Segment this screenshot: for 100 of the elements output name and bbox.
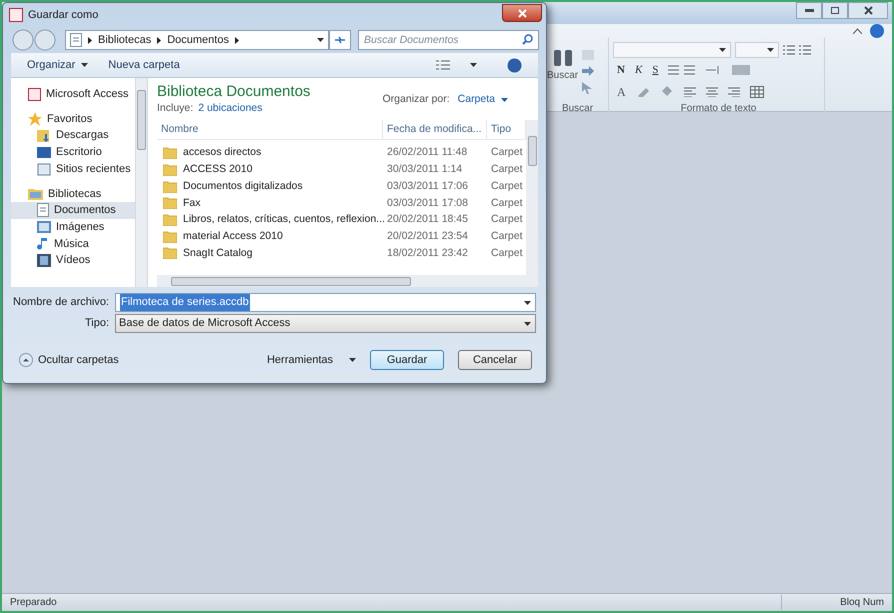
nav-item[interactable]: Sitios recientes: [11, 160, 135, 178]
format-button[interactable]: N: [617, 62, 625, 78]
caret-icon: [524, 322, 531, 326]
file-name: ACCESS 2010: [183, 162, 252, 178]
address-bar[interactable]: Bibliotecas Documentos: [65, 30, 329, 50]
file-name: material Access 2010: [183, 228, 283, 244]
file-type: Carpet: [490, 246, 524, 261]
font-name-field[interactable]: [613, 42, 731, 58]
modified-date: 18/02/2011 23:42: [386, 246, 469, 261]
folder-icon: [163, 180, 177, 193]
database-app-icon: [28, 88, 41, 101]
file-row[interactable]: Fax 03/03/2011 17:08 Carpet: [157, 195, 526, 212]
file-type: Carpet: [490, 212, 524, 228]
align-center-icon[interactable]: [706, 86, 718, 96]
file-type: Carpet: [490, 196, 524, 211]
film-icon: [37, 254, 51, 268]
close-icon: [864, 6, 872, 15]
file-name-label: Nombre de archivo:: [12, 295, 110, 310]
nav-item[interactable]: Música: [11, 236, 135, 252]
file-row[interactable]: ACCESS 2010 30/03/2011 1:14 Carpet: [157, 162, 526, 178]
collapse-icon: [19, 353, 33, 367]
modified-date: 03/03/2011 17:08: [386, 196, 469, 211]
file-type: Carpet: [490, 228, 524, 244]
format-button[interactable]: K: [634, 62, 642, 78]
locations-link[interactable]: 2 ubicaciones: [198, 101, 262, 117]
file-name: SnagIt Catalog: [183, 246, 252, 261]
folder-icon: [163, 164, 177, 176]
column-header[interactable]: Nombre: [157, 120, 383, 139]
view-caret-icon: [470, 63, 477, 67]
modified-date: 30/03/2011 1:14: [386, 162, 464, 178]
file-type-label: Tipo:: [84, 316, 110, 332]
modified-date: 03/03/2011 17:06: [386, 178, 469, 194]
caret-icon: [81, 63, 88, 67]
nav-item[interactable]: Escritorio: [11, 144, 135, 161]
breadcrumb-link[interactable]: Documentos: [167, 32, 229, 48]
nav-item[interactable]: Descargas: [11, 127, 135, 144]
includes-label: Incluye:: [157, 101, 194, 116]
bullet-list-icon[interactable]: [783, 44, 795, 56]
caret-icon: [317, 38, 324, 42]
refresh-button[interactable]: [329, 30, 351, 50]
group-label: Formato de texto: [680, 102, 758, 116]
nav-item[interactable]: Microsoft Access: [11, 86, 135, 103]
save-button[interactable]: Guardar: [370, 350, 444, 370]
arrow-icon[interactable]: [582, 66, 594, 76]
close-icon: [518, 8, 526, 18]
file-type: Carpet: [490, 145, 524, 160]
database-app-icon: [9, 8, 23, 22]
music-note-icon: [37, 236, 49, 251]
caret-icon: [501, 98, 508, 102]
numbered-list-icon[interactable]: [799, 44, 811, 56]
minimize-button[interactable]: [796, 2, 822, 19]
search-button[interactable]: Buscar: [547, 68, 578, 83]
organize-menu-button[interactable]: Organizar: [27, 56, 88, 74]
close-button[interactable]: [848, 2, 888, 19]
format-button[interactable]: S: [652, 62, 658, 78]
align-left-icon[interactable]: [684, 86, 696, 96]
library-icon: [28, 188, 43, 200]
file-name: Documentos digitalizados: [183, 178, 303, 194]
file-name-field[interactable]: Filmoteca de series.accdb: [115, 293, 536, 312]
file-type-dropdown[interactable]: Base de datos de Microsoft Access: [115, 314, 536, 333]
table-grid-icon[interactable]: [750, 86, 764, 98]
nav-item[interactable]: Documentos: [11, 202, 135, 219]
breadcrumb-link[interactable]: Bibliotecas: [98, 32, 152, 48]
file-type: Carpet: [490, 162, 524, 178]
close-button[interactable]: [502, 4, 542, 22]
file-name: accesos directos: [183, 145, 262, 160]
arrange-by-label: Organizar por:: [382, 92, 450, 107]
horizontal-scrollbar[interactable]: [157, 275, 526, 287]
nav-item[interactable]: Bibliotecas: [11, 185, 135, 202]
file-row[interactable]: material Access 2010 20/02/2011 23:54 Carpet: [157, 228, 526, 246]
help-icon[interactable]: [870, 24, 884, 38]
document-icon: [70, 33, 82, 47]
cancel-button[interactable]: Cancelar: [458, 350, 532, 370]
file-row[interactable]: accesos directos 26/02/2011 11:48 Carpet: [157, 145, 526, 162]
align-right-icon[interactable]: [728, 86, 740, 96]
vertical-scrollbar[interactable]: [135, 78, 148, 287]
vertical-scrollbar[interactable]: [526, 120, 538, 287]
search-field[interactable]: Buscar Documentos: [358, 30, 539, 50]
tools-menu-button[interactable]: Herramientas: [266, 352, 356, 368]
file-type: Carpet: [490, 178, 524, 194]
font-size-field[interactable]: [735, 42, 779, 58]
collapse-ribbon-icon[interactable]: [853, 28, 862, 34]
file-row[interactable]: Libros, relatos, críticas, cuentos, reflexion... 20/02/2011 18:45 Carpet: [157, 212, 526, 228]
file-row[interactable]: Documentos digitalizados 03/03/2011 17:06 Carpet: [157, 178, 526, 196]
folder-icon: [163, 147, 177, 160]
view-list-icon[interactable]: [436, 60, 450, 70]
hide-folders-button[interactable]: Ocultar carpetas: [19, 352, 119, 368]
new-folder-button[interactable]: Nueva carpeta: [108, 56, 180, 74]
caret-icon: [719, 48, 726, 52]
indent-icon[interactable]: [668, 65, 696, 76]
font-color-button[interactable]: A: [617, 82, 626, 100]
maximize-button[interactable]: [822, 2, 848, 19]
nav-item[interactable]: Favoritos: [11, 110, 135, 128]
arrange-by-dropdown[interactable]: Carpeta: [458, 92, 508, 108]
status-text: Preparado: [2, 595, 782, 610]
column-header[interactable]: Fecha de modifica...: [383, 120, 487, 139]
file-row[interactable]: SnagIt Catalog 18/02/2011 23:42 Carpet: [157, 245, 526, 262]
nav-item[interactable]: Imágenes: [11, 218, 135, 236]
help-icon[interactable]: [507, 58, 522, 72]
nav-item[interactable]: Vídeos: [11, 252, 135, 269]
